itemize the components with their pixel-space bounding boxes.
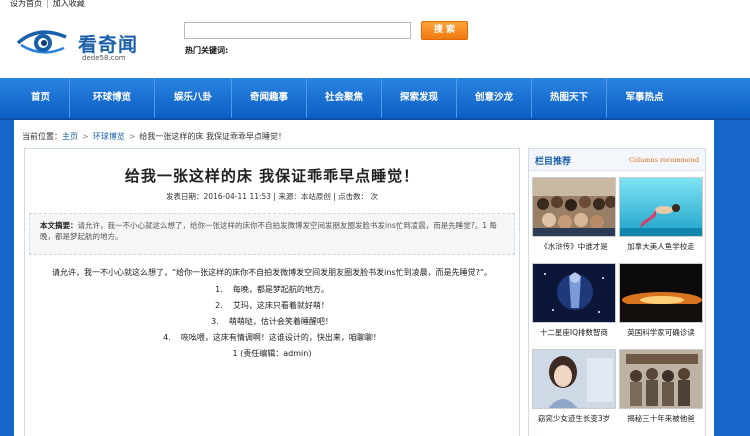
breadcrumb-arrow: >	[82, 132, 89, 141]
thumbnail-caption[interactable]: 《水浒传》中谁才是	[530, 241, 618, 252]
sidebar-header: 栏目推荐 Columns recommend	[529, 149, 705, 171]
list-item-number: 4.	[163, 333, 171, 342]
list-item-text: 萌萌哒，估计会笑着睡醒吧！	[228, 317, 333, 326]
sunset-image	[620, 264, 702, 322]
recommend-sidebar: 栏目推荐 Columns recommend 《水浒传》中谁才是 加拿大美人鱼学…	[528, 148, 706, 436]
breadcrumb: 当前位置：主页 > 环球博览 > 给我一张这样的床 我保证乖乖早点睡觉！	[22, 131, 286, 142]
thumbnail-caption[interactable]: 揭秘三十年来被他爸	[617, 413, 705, 424]
set-home-link[interactable]: 设为首页	[10, 0, 42, 8]
thumbnail-sunset-image[interactable]	[619, 263, 703, 323]
nav-item-military[interactable]: 军事热点	[607, 78, 682, 118]
main-nav: 首页 环球博览 娱乐八卦 奇闻趣事 社会聚焦 探索发现 创意沙龙 热图天下 军事…	[0, 78, 750, 120]
breadcrumb-current: 给我一张这样的床 我保证乖乖早点睡觉！	[139, 132, 286, 141]
breadcrumb-label: 当前位置：	[22, 132, 62, 141]
list-item: 1. 每晚，都是梦起航的地方。	[31, 282, 513, 298]
logo-name: 看奇闻	[78, 34, 139, 56]
divider: |	[46, 0, 49, 8]
abstract-label: 本文摘要：	[40, 221, 78, 230]
article-panel: 给我一张这样的床 我保证乖乖早点睡觉！ 发表日期：2016-04-11 11:5…	[24, 148, 520, 436]
search-button[interactable]: 搜 索	[421, 21, 468, 40]
content-area: 当前位置：主页 > 环球博览 > 给我一张这样的床 我保证乖乖早点睡觉！ 给我一张这样的…	[14, 120, 714, 436]
add-favorite-link[interactable]: 加入收藏	[53, 0, 85, 8]
article-abstract: 本文摘要：请允许，我一不小心就这么想了，给你一张这样的床你不自拍发微博发空间发朋…	[29, 213, 515, 255]
site-header: 看奇闻 dede58.com 搜 索 热门关键词:	[0, 10, 750, 78]
background-right	[714, 120, 750, 436]
thumbnail-mermaid-image[interactable]	[619, 177, 703, 237]
background-left	[0, 120, 14, 436]
article-title: 给我一张这样的床 我保证乖乖早点睡觉！	[124, 167, 420, 185]
article-meta: 发表日期：2016-04-11 11:53 | 来源：本站原创 | 点击数： 次	[165, 192, 379, 201]
list-item: 3. 萌萌哒，估计会笑着睡醒吧！	[31, 314, 513, 330]
nav-item-home[interactable]: 首页	[12, 78, 70, 118]
nav-item-salon[interactable]: 创意沙龙	[457, 78, 532, 118]
nav-item-oddities[interactable]: 奇闻趣事	[232, 78, 307, 118]
search-input[interactable]	[184, 22, 411, 39]
article-editor: 1 (责任编辑：admin)	[232, 349, 312, 358]
eye-logo-icon	[16, 30, 67, 54]
nav-item-global[interactable]: 环球博览	[70, 78, 155, 118]
page: 设为首页 | 加入收藏 看奇闻 dede58.com 搜 索 热门关键词: 首页 环…	[0, 0, 750, 436]
breadcrumb-home-link[interactable]: 主页	[62, 132, 78, 141]
breadcrumb-section-link[interactable]: 环球博览	[93, 132, 125, 141]
hot-keywords-label: 热门关键词:	[185, 46, 229, 55]
breadcrumb-arrow: >	[128, 132, 136, 141]
underwater-image	[620, 178, 702, 236]
list-item: 4. 咴吆喂，这床有情调啊！这谁设计的，快出来，咱聊聊！	[31, 330, 513, 346]
thumbnail-crowd-image[interactable]	[532, 177, 616, 237]
list-item-text: 咴吆喂，这床有情调啊！这谁设计的，快出来，咱聊聊！	[180, 333, 381, 342]
crowd-image	[533, 178, 615, 236]
sidebar-title-en: Columns recommend	[629, 156, 699, 164]
article-body: 请允许，我一不小心就这么想了，“给你一张这样的床你不自拍发微博发空间发朋友圈发脸…	[31, 266, 513, 362]
zodiac-image	[533, 264, 615, 322]
thumbnail-caption[interactable]: 加拿大美人鱼学校走	[617, 241, 705, 252]
sidebar-title: 栏目推荐	[535, 157, 572, 167]
nav-item-discovery[interactable]: 探索发现	[382, 78, 457, 118]
site-logo[interactable]: 看奇闻 dede58.com	[16, 26, 146, 64]
logo-domain: dede58.com	[82, 54, 126, 62]
thumbnail-caption[interactable]: 窈窕少女迹生长变3岁	[530, 413, 618, 424]
list-item-text: 每晚，都是梦起航的地方。	[232, 285, 329, 294]
article-intro: 请允许，我一不小心就这么想了，“给你一张这样的床你不自拍发微博发空间发朋友圈发脸…	[52, 268, 492, 277]
abstract-text: 请允许，我一不小心就这么想了，给你一张这样的床你不自拍发微博发空间发朋友圈发脸书…	[40, 221, 497, 241]
thumbnail-zodiac-image[interactable]	[532, 263, 616, 323]
list-item-number: 3.	[211, 317, 219, 326]
thumbnail-caption[interactable]: 英国科学家可确诊读	[617, 327, 705, 338]
nav-item-entertainment[interactable]: 娱乐八卦	[155, 78, 232, 118]
list-item-number: 1.	[215, 285, 223, 294]
nav-item-hot-images[interactable]: 热图天下	[532, 78, 607, 118]
list-item-number: 2.	[215, 301, 223, 310]
thumbnail-girl-image[interactable]	[532, 349, 616, 409]
list-item: 2. 艾玛，这床只看着就好萌！	[31, 298, 513, 314]
portrait-image	[533, 350, 615, 408]
top-utility-bar: 设为首页 | 加入收藏	[0, 0, 750, 10]
nav-item-society[interactable]: 社会聚焦	[307, 78, 382, 118]
thumbnail-family-image[interactable]	[619, 349, 703, 409]
list-item-text: 艾玛，这床只看着就好萌！	[232, 301, 329, 310]
family-photo-image	[620, 350, 702, 408]
thumbnail-caption[interactable]: 十二星座IQ排数智商	[530, 327, 618, 338]
